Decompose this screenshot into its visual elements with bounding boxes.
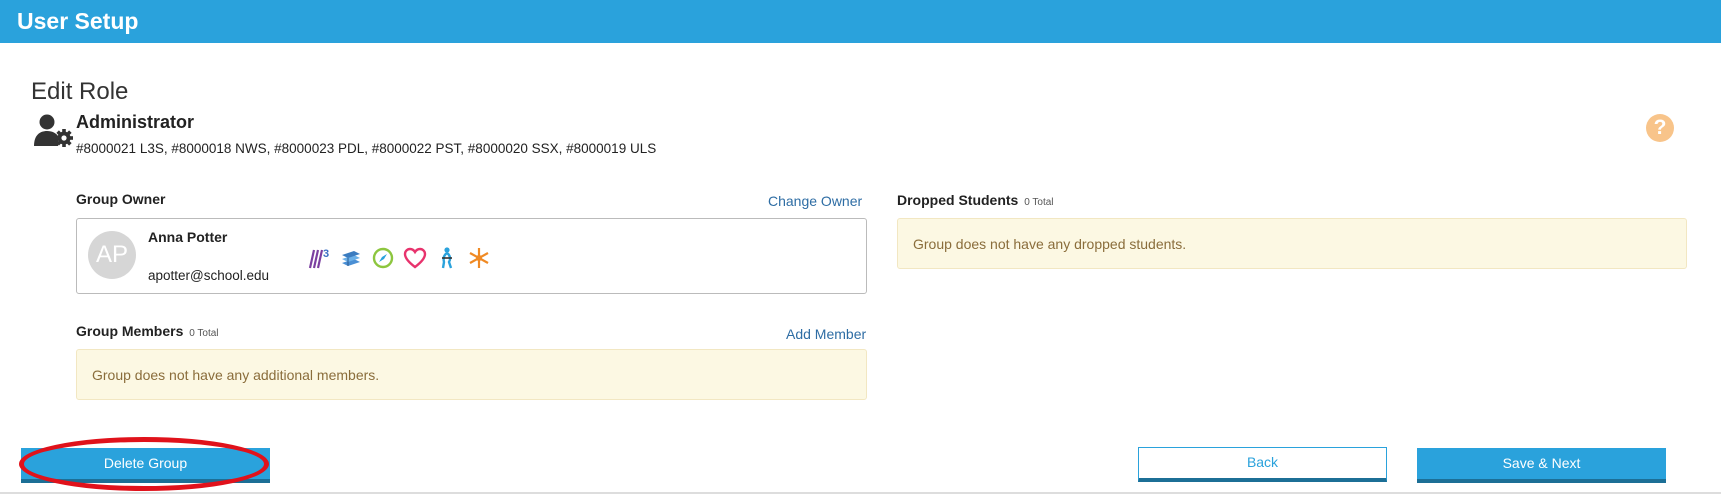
dropped-students-label: Dropped Students 0 Total (897, 192, 1054, 208)
l3-icon: 3 (307, 246, 331, 270)
dropped-students-label-text: Dropped Students (897, 192, 1019, 208)
dropped-students-total: 0 Total (1024, 197, 1054, 208)
owner-card: AP Anna Potter apotter@school.edu 3 (76, 218, 867, 294)
group-owner-label: Group Owner (76, 191, 165, 207)
top-bar: User Setup (0, 0, 1721, 43)
svg-text:3: 3 (323, 248, 329, 260)
app-title: User Setup (17, 8, 139, 34)
role-name: Administrator (76, 112, 195, 132)
help-icon[interactable]: ? (1646, 114, 1674, 142)
dropped-empty-notice: Group does not have any dropped students… (897, 218, 1687, 269)
group-members-label: Group Members 0 Total (76, 323, 219, 339)
snowflake-icon (467, 246, 491, 270)
owner-email: apotter@school.edu (148, 268, 270, 283)
product-icons: 3 (307, 245, 491, 271)
books-icon (339, 246, 363, 270)
back-button[interactable]: Back (1138, 447, 1387, 482)
group-owner-label-text: Group Owner (76, 191, 166, 207)
role-groups: #8000021 L3S, #8000018 NWS, #8000023 PDL… (76, 141, 657, 156)
save-next-button[interactable]: Save & Next (1417, 448, 1666, 483)
change-owner-link[interactable]: Change Owner (768, 193, 862, 209)
group-members-total: 0 Total (189, 328, 219, 339)
members-empty-message: Group does not have any additional membe… (92, 366, 380, 383)
compass-icon (371, 246, 395, 270)
delete-group-button[interactable]: Delete Group (21, 448, 270, 483)
page-heading: Edit Role (31, 78, 129, 105)
add-member-link[interactable]: Add Member (786, 326, 866, 342)
heart-icon (403, 246, 427, 270)
owner-name: Anna Potter (148, 229, 228, 245)
user-gear-icon (33, 113, 73, 147)
avatar: AP (88, 231, 136, 279)
dropped-empty-message: Group does not have any dropped students… (913, 235, 1187, 252)
group-members-label-text: Group Members (76, 323, 184, 339)
figure-icon (435, 246, 459, 270)
members-empty-notice: Group does not have any additional membe… (76, 349, 867, 400)
